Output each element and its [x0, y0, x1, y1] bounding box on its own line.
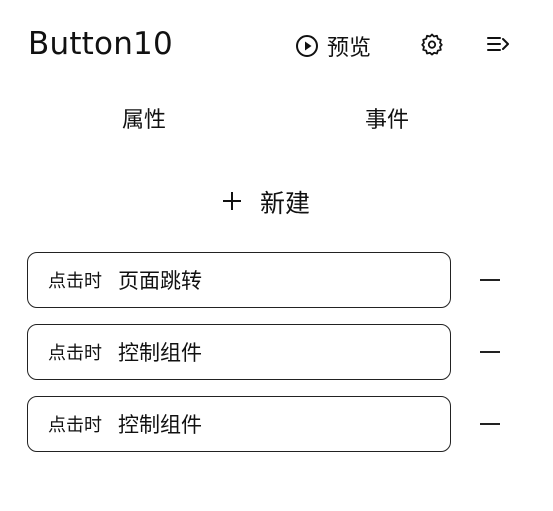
event-card[interactable]: 点击时 页面跳转: [27, 252, 451, 308]
collapse-menu-button[interactable]: [485, 34, 511, 58]
event-action: 控制组件: [118, 341, 202, 365]
preview-label: 预览: [327, 36, 372, 61]
event-card[interactable]: 点击时 控制组件: [27, 396, 451, 452]
settings-button[interactable]: [420, 32, 444, 60]
event-row: 点击时 页面跳转: [27, 252, 507, 308]
new-event-label: 新建: [260, 189, 311, 218]
event-action: 页面跳转: [118, 269, 202, 293]
new-event-button[interactable]: 新建: [222, 184, 310, 220]
plus-icon: [222, 188, 242, 217]
event-row: 点击时 控制组件: [27, 324, 507, 380]
remove-event-button[interactable]: [480, 423, 500, 425]
remove-event-button[interactable]: [480, 279, 500, 281]
tab-properties[interactable]: 属性: [122, 102, 166, 134]
collapse-menu-icon: [485, 32, 511, 60]
component-title: Button10: [28, 26, 173, 62]
event-trigger: 点击时: [48, 271, 102, 292]
event-row: 点击时 控制组件: [27, 396, 507, 452]
event-settings-panel: Button10 预览 属性 事件 新建 点击时 页面跳转 点击时 控制组件 点…: [0, 0, 553, 511]
event-trigger: 点击时: [48, 415, 102, 436]
tab-events[interactable]: 事件: [365, 102, 409, 134]
event-list: 点击时 页面跳转 点击时 控制组件 点击时 控制组件: [27, 252, 507, 468]
remove-event-button[interactable]: [480, 351, 500, 353]
gear-icon: [420, 32, 444, 60]
event-card[interactable]: 点击时 控制组件: [27, 324, 451, 380]
event-trigger: 点击时: [48, 343, 102, 364]
event-action: 控制组件: [118, 413, 202, 437]
preview-button[interactable]: 预览: [295, 30, 371, 62]
play-circle-icon: [295, 34, 319, 58]
